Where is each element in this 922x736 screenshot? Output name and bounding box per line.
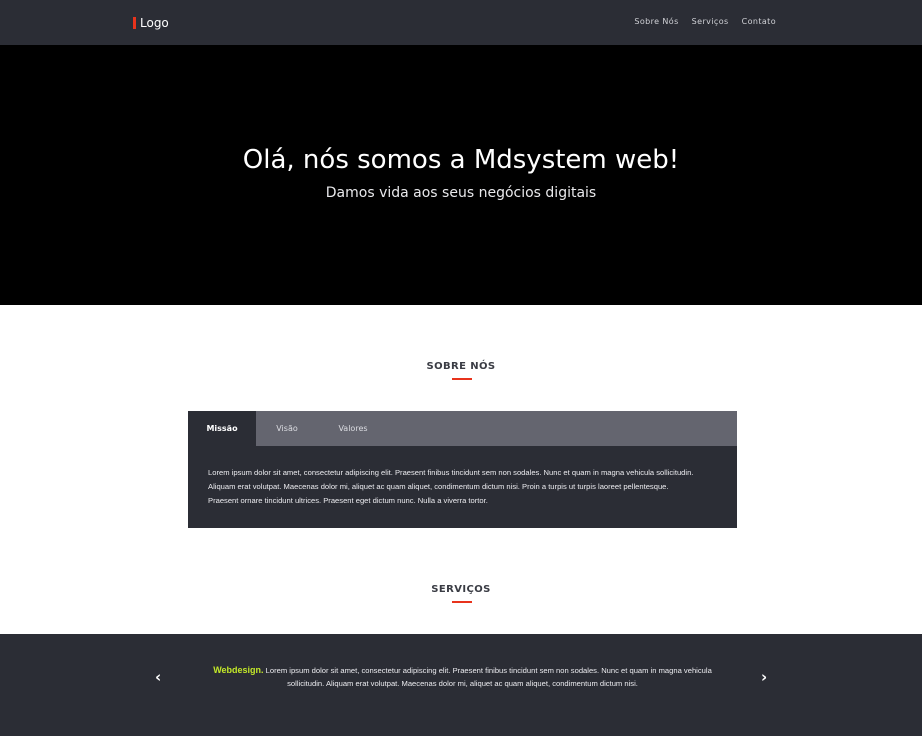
services-section-title: SERVIÇOS [431, 584, 491, 595]
tab-content-text: Lorem ipsum dolor sit amet, consectetur … [208, 468, 694, 505]
slide-content: Webdesign. Lorem ipsum dolor sit amet, c… [195, 664, 730, 690]
tab-missao[interactable]: Missão [188, 411, 256, 446]
hero-subtitle: Damos vida aos seus negócios digitais [325, 185, 597, 201]
services-slider: ‹ Webdesign. Lorem ipsum dolor sit amet,… [0, 634, 922, 736]
tab-bar: Missão Visão Valores [188, 411, 737, 446]
slide-title: Webdesign. [213, 665, 264, 675]
tab-valores[interactable]: Valores [318, 411, 388, 446]
nav-link-servicos[interactable]: Serviços [692, 17, 729, 26]
about-section-title: SOBRE NÓS [426, 361, 496, 372]
next-arrow-icon[interactable]: › [761, 668, 767, 686]
logo[interactable]: Logo [133, 15, 169, 31]
slide-text: Lorem ipsum dolor sit amet, consectetur … [263, 666, 712, 688]
prev-arrow-icon[interactable]: ‹ [155, 668, 161, 686]
hero-banner: Olá, nós somos a Mdsystem web! Damos vid… [0, 45, 922, 305]
logo-text: Logo [140, 16, 169, 30]
tab-visao[interactable]: Visão [256, 411, 318, 446]
services-title-underline [452, 601, 472, 603]
nav-link-contato[interactable]: Contato [742, 17, 776, 26]
about-tabs: Missão Visão Valores Lorem ipsum dolor s… [188, 411, 737, 528]
site-header: Logo Sobre Nós Serviços Contato [0, 0, 922, 45]
about-title-underline [452, 378, 472, 380]
nav-link-sobre-nos[interactable]: Sobre Nós [634, 17, 678, 26]
hero-title: Olá, nós somos a Mdsystem web! [242, 145, 680, 175]
main-nav: Sobre Nós Serviços Contato [634, 17, 776, 26]
logo-mark [133, 17, 136, 29]
